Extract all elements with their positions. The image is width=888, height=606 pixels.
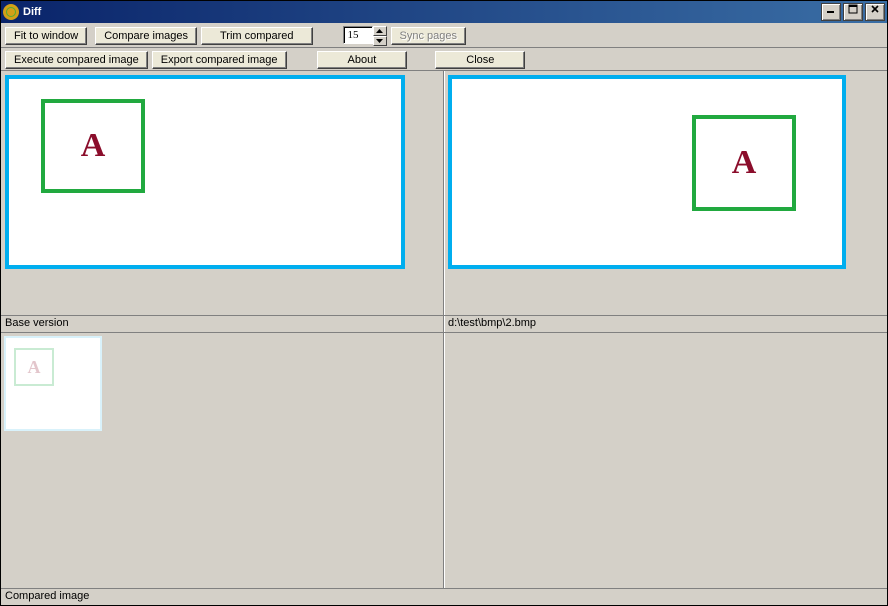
close-app-button[interactable]: Close xyxy=(435,51,525,69)
app-icon xyxy=(3,4,19,20)
left-image-panel: A xyxy=(1,71,443,315)
threshold-stepper[interactable] xyxy=(343,26,387,46)
left-letter: A xyxy=(81,127,106,165)
diff-window: Diff Fit to window Compare images Trim c… xyxy=(0,0,888,606)
threshold-input[interactable] xyxy=(343,26,373,44)
compared-image-label: Compared image xyxy=(1,589,887,603)
close-button[interactable] xyxy=(865,3,885,21)
left-green-box: A xyxy=(41,99,145,193)
base-thumbnail[interactable]: A xyxy=(4,336,102,431)
left-image[interactable]: A xyxy=(5,75,405,269)
about-button[interactable]: About xyxy=(317,51,408,69)
fit-to-window-button[interactable]: Fit to window xyxy=(5,27,87,45)
trim-compared-button[interactable]: Trim compared xyxy=(201,27,313,45)
minimize-button[interactable] xyxy=(821,3,841,21)
toolbar-primary: Fit to window Compare images Trim compar… xyxy=(1,23,887,48)
threshold-spinner xyxy=(373,26,387,46)
right-path-label-cell: d:\test\bmp\2.bmp xyxy=(443,316,887,332)
compare-images-button[interactable]: Compare images xyxy=(95,27,197,45)
right-image-panel: A xyxy=(443,71,887,315)
toolbar-secondary: Execute compared image Export compared i… xyxy=(1,48,887,71)
thumb-row: A xyxy=(1,332,887,588)
right-image[interactable]: A xyxy=(448,75,846,269)
panels-area: A A Base version d:\test\bmp\2.bmp xyxy=(1,71,887,605)
window-title: Diff xyxy=(23,6,821,18)
compared-image-label-cell: Compared image xyxy=(1,589,887,605)
thumb-letter: A xyxy=(28,357,41,378)
image-row: A A xyxy=(1,71,887,315)
sync-pages-button: Sync pages xyxy=(391,27,466,45)
left-thumb-panel: A xyxy=(1,333,443,588)
export-compared-button[interactable]: Export compared image xyxy=(152,51,287,69)
base-version-label-cell: Base version xyxy=(1,316,443,332)
label-row: Base version d:\test\bmp\2.bmp xyxy=(1,315,887,332)
footer-row: Compared image xyxy=(1,588,887,605)
threshold-up-button[interactable] xyxy=(373,26,387,36)
right-thumb-panel xyxy=(443,333,887,588)
base-version-label: Base version xyxy=(1,316,443,330)
thumb-green-box: A xyxy=(14,348,54,386)
right-letter: A xyxy=(732,144,757,182)
window-controls xyxy=(821,3,885,21)
threshold-down-button[interactable] xyxy=(373,36,387,46)
execute-compared-button[interactable]: Execute compared image xyxy=(5,51,148,69)
right-green-box: A xyxy=(692,115,796,211)
titlebar[interactable]: Diff xyxy=(1,1,887,23)
right-path-label: d:\test\bmp\2.bmp xyxy=(444,316,887,330)
maximize-button[interactable] xyxy=(843,3,863,21)
